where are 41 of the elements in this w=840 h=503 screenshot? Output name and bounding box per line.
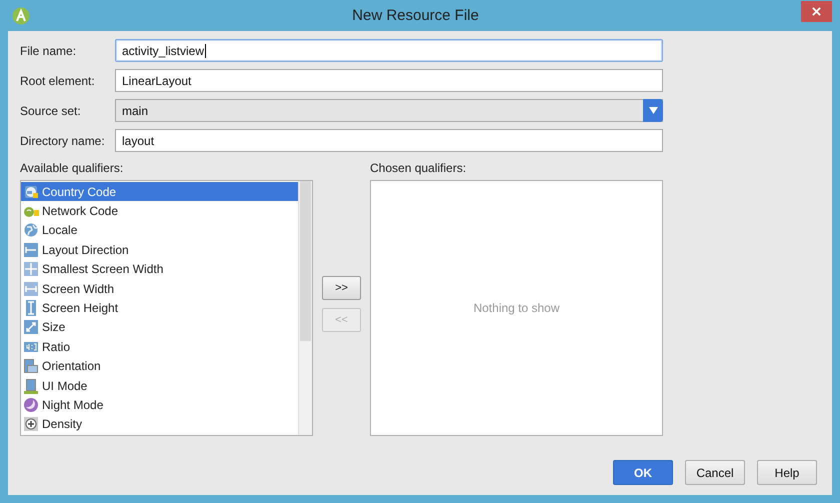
field-label: Source set: [20, 104, 82, 118]
device-icon [23, 378, 39, 394]
dropdown-value: main [122, 104, 148, 118]
list-item[interactable]: Size [21, 318, 298, 338]
list-item[interactable]: Screen Width [21, 278, 298, 298]
close-button[interactable] [801, 1, 832, 22]
close-icon [812, 7, 821, 16]
input-field[interactable]: layout [115, 129, 663, 152]
list-item[interactable]: Ratio [21, 337, 298, 357]
list-item[interactable]: Layout Direction [21, 240, 298, 260]
dialog-button[interactable]: Cancel [685, 460, 745, 485]
scrollbar[interactable] [298, 181, 312, 435]
move-button[interactable]: >> [322, 276, 361, 300]
input-field[interactable]: LinearLayout [115, 69, 663, 92]
density-icon [23, 416, 39, 432]
list-item[interactable]: Locale [21, 220, 298, 240]
moon-icon [23, 396, 39, 413]
list-item[interactable]: UI Mode [21, 376, 298, 396]
screens-icon [23, 358, 39, 374]
field-label: Directory name: [20, 134, 106, 148]
ok-button[interactable]: OK [613, 460, 673, 485]
dialog-button[interactable]: Help [757, 460, 817, 485]
list-label: Available qualifiers: [20, 161, 124, 175]
empty-message: Nothing to show [473, 301, 560, 315]
list-item[interactable]: Density [21, 414, 298, 434]
caret-icon [648, 107, 658, 114]
field-label: Root element: [20, 74, 96, 88]
list-item[interactable]: Orientation [21, 356, 298, 376]
field-label: File name: [20, 44, 78, 58]
source-set-dropdown[interactable]: main [115, 99, 663, 122]
list-item[interactable]: Country Code [21, 182, 298, 202]
scroll-thumb[interactable] [300, 181, 311, 341]
dropdown-button[interactable] [643, 99, 663, 122]
list-item[interactable]: Screen Height [21, 298, 298, 318]
list-label: Chosen qualifiers: [370, 161, 468, 175]
list-item[interactable]: Night Mode [21, 395, 298, 415]
window-title: New Resource File [351, 7, 480, 24]
globe-icon [23, 222, 39, 238]
list-item[interactable]: Smallest Screen Width [21, 260, 298, 279]
input-field[interactable]: activity_listview [115, 39, 663, 62]
list-item[interactable]: Network Code [21, 201, 298, 221]
